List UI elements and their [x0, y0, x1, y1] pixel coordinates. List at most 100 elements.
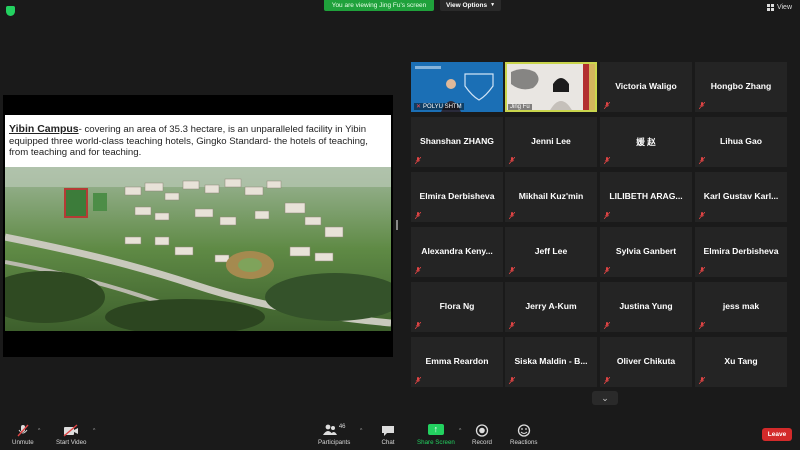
participant-name: Shanshan ZHANG — [419, 136, 494, 146]
mic-muted-icon — [509, 157, 515, 164]
participant-tile[interactable]: Xu Tang — [695, 337, 787, 387]
participants-count: 46 — [338, 424, 346, 430]
chat-bubble-icon — [382, 426, 394, 436]
shared-screen: Yibin Campus- covering an area of 35.3 h… — [3, 95, 393, 357]
smiley-icon — [517, 424, 530, 437]
mic-muted-icon — [699, 212, 705, 219]
presentation-slide: Yibin Campus- covering an area of 35.3 h… — [5, 115, 391, 331]
chevron-down-icon[interactable]: ⌄ — [592, 391, 618, 405]
participant-tile[interactable]: Elmira Derbisheva — [695, 227, 787, 277]
participant-name: Sylvia Ganbert — [615, 246, 677, 256]
participant-name: Hongbo Zhang — [710, 81, 772, 91]
campus-aerial-image — [5, 167, 391, 331]
participant-tile[interactable]: Justina Yung — [600, 282, 692, 332]
participant-name-tag: ✕ POLYU SHTM — [414, 103, 464, 110]
mic-muted-icon — [604, 322, 610, 329]
mic-muted-icon — [699, 322, 705, 329]
mic-muted-icon — [415, 322, 421, 329]
video-tile-polyu-shtm[interactable]: ✕ POLYU SHTM — [411, 62, 503, 112]
participant-name: Flora Ng — [439, 301, 475, 311]
participant-tile[interactable]: Karl Gustav Karl... — [695, 172, 787, 222]
view-label: View — [776, 4, 792, 11]
participant-tile[interactable]: Sylvia Ganbert — [600, 227, 692, 277]
participant-tile[interactable]: Jenni Lee — [505, 117, 597, 167]
mic-muted-icon — [699, 157, 705, 164]
viewing-screen-banner: You are viewing Jing Fu's screen — [324, 0, 434, 11]
participant-name: Victoria Waligo — [615, 81, 677, 91]
participant-tile[interactable]: Flora Ng — [411, 282, 503, 332]
participant-tile[interactable]: 媛 赵 — [600, 117, 692, 167]
chat-button[interactable]: Chat — [381, 424, 395, 446]
mic-muted-icon: ✕ — [416, 104, 422, 110]
participant-tile[interactable]: Siska Maldin - B... — [505, 337, 597, 387]
mic-muted-icon — [509, 267, 515, 274]
video-tile-jing-fu[interactable]: Jing Fu — [505, 62, 597, 112]
mic-muted-icon — [415, 212, 421, 219]
mic-muted-icon — [604, 102, 610, 109]
participant-tile[interactable]: Elmira Derbisheva — [411, 172, 503, 222]
participant-tile[interactable]: Alexandra Keny... — [411, 227, 503, 277]
chevron-up-icon[interactable]: ^ — [93, 428, 95, 434]
mic-muted-icon — [509, 212, 515, 219]
grid-view-icon — [766, 4, 774, 11]
participant-name-tag: Jing Fu — [508, 104, 532, 110]
mic-muted-icon — [699, 267, 705, 274]
meeting-toolbar: Unmute ^ Start Video ^ 46 Participants ^… — [0, 418, 800, 450]
participant-name: Elmira Derbisheva — [703, 246, 779, 256]
participant-tile[interactable]: Emma Reardon — [411, 337, 503, 387]
mic-muted-icon — [415, 157, 421, 164]
chevron-up-icon[interactable]: ^ — [360, 428, 362, 434]
start-video-button[interactable]: Start Video — [56, 424, 87, 446]
record-button[interactable]: Record — [472, 424, 492, 446]
camera-off-icon — [63, 424, 79, 437]
slide-title: Yibin Campus — [9, 123, 79, 135]
participant-name: Alexandra Keny... — [421, 246, 493, 256]
participant-name: LILIBETH ARAG... — [609, 191, 683, 201]
participant-name: Mikhail Kuz'min — [518, 191, 584, 201]
participant-tile[interactable]: Shanshan ZHANG — [411, 117, 503, 167]
reactions-button[interactable]: Reactions — [510, 424, 538, 446]
leave-button[interactable]: Leave — [762, 428, 792, 441]
participant-name: Lihua Gao — [719, 136, 763, 146]
participant-name: 媛 赵 — [636, 137, 656, 147]
share-screen-button[interactable]: ↑ Share Screen — [417, 424, 455, 446]
participant-tile[interactable]: jess mak — [695, 282, 787, 332]
chevron-down-icon: ▼ — [490, 2, 496, 8]
participant-name: jess mak — [722, 301, 760, 311]
participant-name: Jenni Lee — [531, 136, 571, 146]
participant-name: Jeff Lee — [534, 246, 568, 256]
mic-muted-icon — [509, 322, 515, 329]
mic-muted-icon — [415, 377, 421, 384]
mic-muted-icon — [604, 377, 610, 384]
participant-tile[interactable]: Oliver Chikuta — [600, 337, 692, 387]
mic-muted-icon — [415, 267, 421, 274]
participant-name: Jerry A-Kum — [525, 301, 577, 311]
participant-name: Xu Tang — [724, 356, 758, 366]
share-arrow-icon: ↑ — [427, 424, 444, 435]
microphone-muted-icon — [17, 424, 29, 437]
mic-muted-icon — [509, 377, 515, 384]
mic-muted-icon — [699, 377, 705, 384]
view-layout-button[interactable]: View — [766, 4, 792, 11]
participant-tile[interactable]: Jerry A-Kum — [505, 282, 597, 332]
mic-muted-icon — [604, 212, 610, 219]
participant-tile[interactable]: Jeff Lee — [505, 227, 597, 277]
participants-button[interactable]: 46 Participants — [318, 424, 350, 446]
view-options-button[interactable]: View Options ▼ — [440, 0, 502, 11]
participant-tile[interactable]: Lihua Gao — [695, 117, 787, 167]
mic-muted-icon — [604, 157, 610, 164]
unmute-button[interactable]: Unmute — [12, 424, 34, 446]
participant-name: Elmira Derbisheva — [419, 191, 495, 201]
chevron-up-icon[interactable]: ^ — [459, 428, 461, 434]
security-shield-icon[interactable] — [6, 6, 15, 16]
slide-text: Yibin Campus- covering an area of 35.3 h… — [9, 123, 385, 159]
participant-tile[interactable]: Hongbo Zhang — [695, 62, 787, 112]
mic-muted-icon — [699, 102, 705, 109]
participant-tile[interactable]: Mikhail Kuz'min — [505, 172, 597, 222]
participant-tile[interactable]: Victoria Waligo — [600, 62, 692, 112]
split-drag-handle[interactable] — [396, 220, 398, 230]
participant-name: Siska Maldin - B... — [514, 356, 588, 366]
chevron-up-icon[interactable]: ^ — [38, 428, 40, 434]
participant-tile[interactable]: LILIBETH ARAG... — [600, 172, 692, 222]
people-icon — [322, 424, 337, 435]
